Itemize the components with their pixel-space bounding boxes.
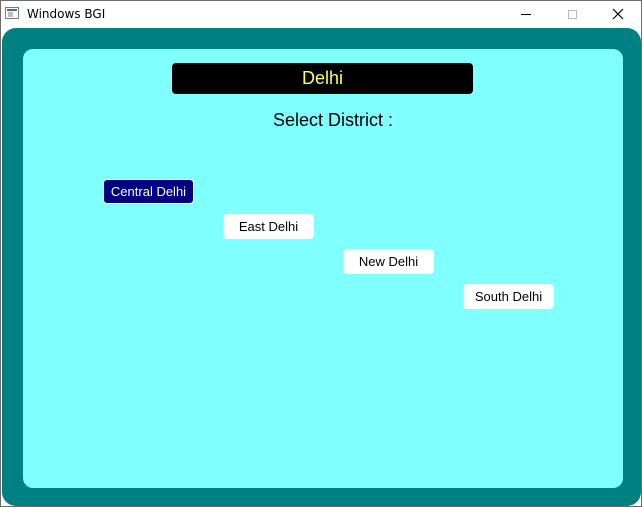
state-header: Delhi [172,63,473,94]
minimize-button[interactable] [503,1,549,27]
title-bar[interactable]: Windows BGI [1,1,641,27]
client-area: Delhi Select District : Central Delhi Ea… [1,27,641,506]
maximize-icon [567,9,577,19]
outer-frame: Delhi Select District : Central Delhi Ea… [2,28,641,506]
minimize-icon [521,13,531,15]
window-title: Windows BGI [27,7,106,21]
app-window: Windows BGI Delhi Select District : Cent… [0,0,642,507]
window-app-icon [5,7,19,19]
close-button[interactable] [595,1,641,27]
close-icon [612,8,624,20]
district-button-central-delhi[interactable]: Central Delhi [103,179,194,204]
select-district-label: Select District : [272,110,394,130]
maximize-button[interactable] [549,1,595,27]
main-panel: Delhi Select District : Central Delhi Ea… [23,49,623,488]
district-button-new-delhi[interactable]: New Delhi [343,249,434,274]
district-button-east-delhi[interactable]: East Delhi [223,214,314,239]
district-button-south-delhi[interactable]: South Delhi [463,284,554,309]
